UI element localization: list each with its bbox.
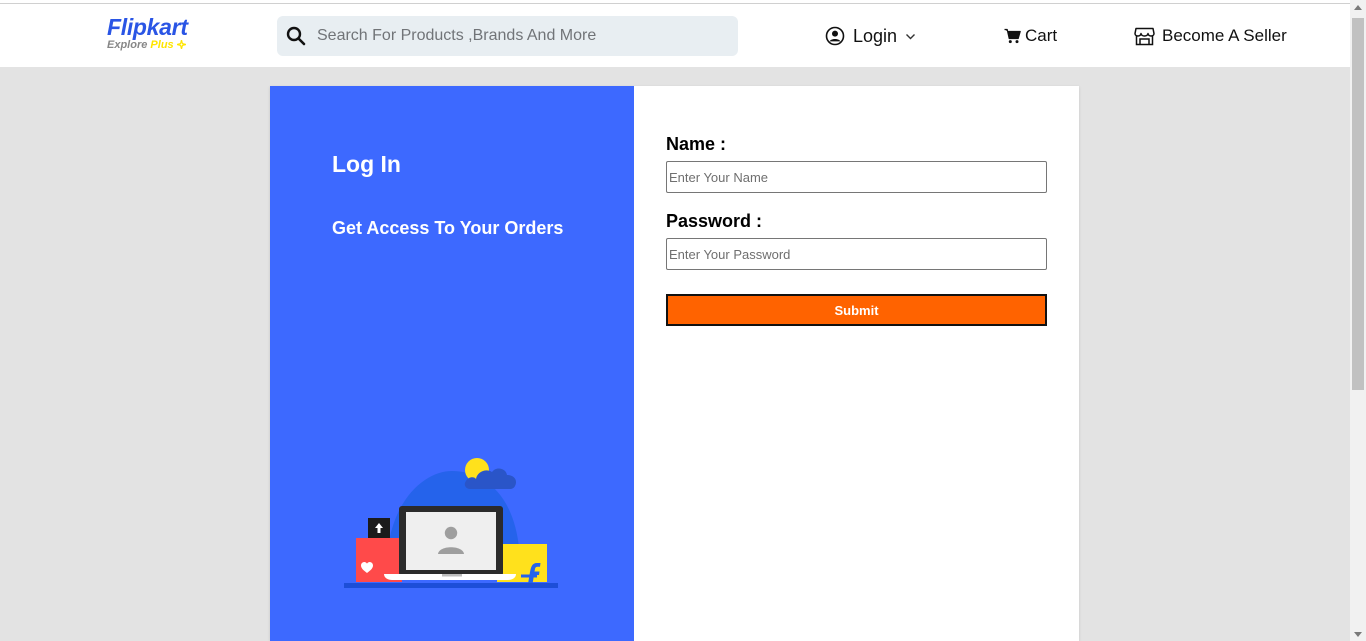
login-form-panel: Name : Password : Submit	[634, 86, 1079, 641]
cart-icon	[1004, 28, 1021, 44]
search-icon[interactable]	[286, 26, 306, 46]
logo-brand: Flipkart	[107, 14, 188, 40]
scroll-up-arrow-icon[interactable]	[1354, 5, 1362, 10]
plus-star-icon	[176, 40, 186, 49]
password-label: Password :	[666, 211, 763, 231]
name-field[interactable]	[666, 161, 1047, 193]
store-icon	[1134, 27, 1155, 45]
scrollbar-thumb[interactable]	[1352, 18, 1364, 390]
login-illustration	[344, 458, 558, 588]
scroll-down-arrow-icon[interactable]	[1354, 632, 1362, 637]
top-navbar: Flipkart Explore Plus Login	[0, 4, 1350, 67]
login-label: Login	[853, 25, 898, 46]
login-info-panel: Log In Get Access To Your Orders	[270, 86, 634, 641]
search-input[interactable]	[317, 16, 727, 56]
login-subtitle: Get Access To Your Orders	[332, 218, 564, 238]
logo-tagline-prefix: Explore	[107, 39, 148, 51]
become-seller-label: Become A Seller	[1162, 26, 1287, 45]
user-circle-icon	[825, 26, 845, 46]
flipkart-logo[interactable]: Flipkart Explore Plus	[107, 15, 207, 57]
cart-label: Cart	[1025, 26, 1058, 45]
login-title: Log In	[332, 151, 401, 177]
become-seller-link[interactable]: Become A Seller	[1134, 24, 1287, 48]
submit-button[interactable]: Submit	[666, 294, 1047, 326]
login-menu-button[interactable]: Login	[825, 22, 916, 50]
login-card: Log In Get Access To Your Orders Name: …	[270, 86, 1079, 641]
name-label: Name :	[666, 134, 727, 154]
logo-tagline: Explore Plus	[107, 39, 207, 52]
logo-tagline-plus: Plus	[150, 39, 174, 51]
cart-link[interactable]: Cart	[1004, 24, 1057, 48]
page-scrollbar[interactable]	[1350, 0, 1366, 641]
search-bar	[277, 16, 738, 56]
chevron-down-icon	[906, 33, 916, 39]
password-field[interactable]	[666, 238, 1047, 270]
